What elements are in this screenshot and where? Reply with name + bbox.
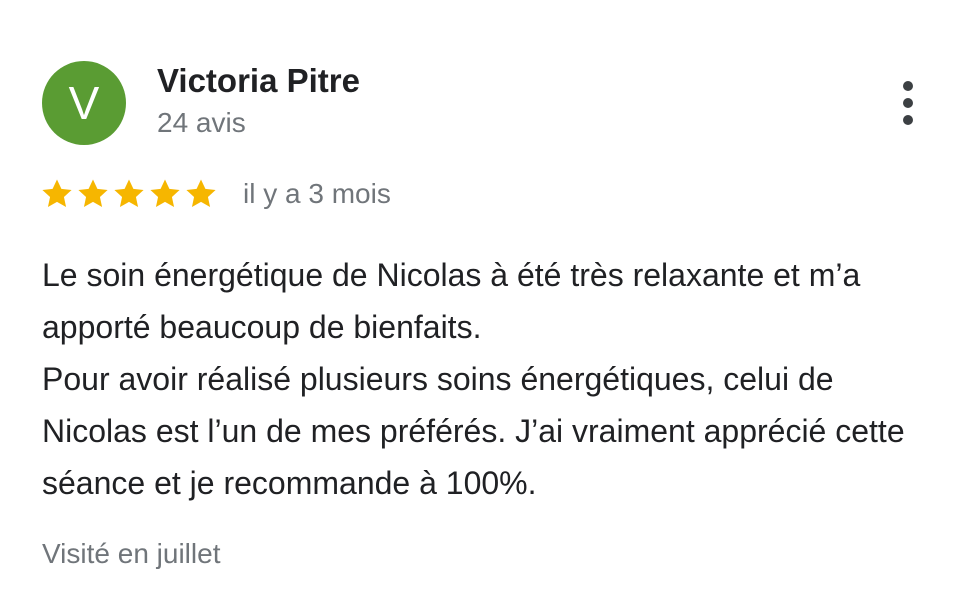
author-name[interactable]: Victoria Pitre (157, 62, 360, 100)
review-text: Le soin énergétique de Nicolas à été trè… (42, 249, 942, 509)
more-vert-icon (903, 98, 913, 108)
review-date: il y a 3 mois (243, 178, 391, 209)
rating-row: il y a 3 mois (40, 174, 391, 214)
star-icon (40, 177, 74, 211)
star-icon (148, 177, 182, 211)
review-card: V Victoria Pitre 24 avis il y a 3 mois L… (0, 0, 980, 605)
star-icon (112, 177, 146, 211)
review-paragraph: Le soin énergétique de Nicolas à été trè… (42, 257, 861, 345)
more-vert-icon (903, 81, 913, 91)
more-vert-icon (903, 115, 913, 125)
avatar-initial: V (68, 77, 100, 129)
avatar[interactable]: V (42, 61, 126, 145)
star-icon (76, 177, 110, 211)
review-count[interactable]: 24 avis (157, 107, 246, 139)
star-rating (40, 177, 218, 211)
review-paragraph: Pour avoir réalisé plusieurs soins énerg… (42, 361, 905, 501)
visit-date: Visité en juillet (42, 538, 221, 569)
star-icon (184, 177, 218, 211)
more-options-button[interactable] (888, 78, 928, 128)
